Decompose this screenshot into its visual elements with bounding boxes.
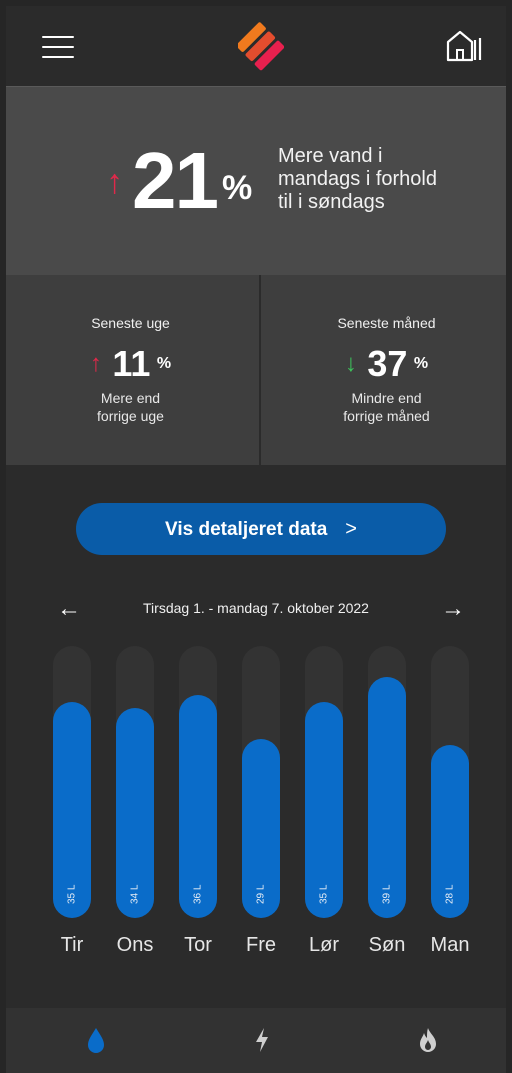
- bar-value-label: 36 L: [179, 864, 217, 904]
- bar-value-label: 29 L: [242, 864, 280, 904]
- bar-value-text: 29 L: [255, 884, 267, 904]
- bar-value-label: 28 L: [431, 864, 469, 904]
- bar-track: 34 L: [116, 646, 154, 918]
- next-period-arrow-icon[interactable]: →: [438, 594, 468, 624]
- bar-tor[interactable]: 36 L: [179, 695, 217, 918]
- bar-value-label: 39 L: [368, 864, 406, 904]
- app-screen: ↑ 21 % Mere vand i mandags i forhold til…: [6, 6, 506, 1073]
- chevron-right-icon: >: [345, 518, 357, 540]
- top-bar: [6, 6, 506, 86]
- menu-icon[interactable]: [42, 36, 74, 58]
- bar-value-text: 34 L: [129, 884, 141, 904]
- stat-week-percent-sign: %: [156, 355, 172, 372]
- smart-home-icon[interactable]: [444, 28, 484, 62]
- stats-divider: [259, 275, 261, 465]
- bar-track: 36 L: [179, 646, 217, 918]
- day-label: Tor: [184, 934, 212, 956]
- bar-track: 28 L: [431, 646, 469, 918]
- bar-track: 39 L: [368, 646, 406, 918]
- bar-value-text: 39 L: [381, 884, 393, 904]
- hero-percent-sign: %: [222, 169, 253, 207]
- bar-value-label: 35 L: [305, 864, 343, 904]
- down-arrow-icon: ↓: [344, 350, 357, 377]
- bar-value-text: 35 L: [66, 884, 78, 904]
- show-detailed-data-button[interactable]: Vis detaljeret data >: [76, 503, 446, 555]
- stat-week-value-row: ↑ 11 %: [6, 343, 255, 384]
- stat-week-description: Mere end forrige uge: [97, 390, 164, 424]
- bottom-navigation: [6, 1008, 506, 1073]
- bar-fre[interactable]: 29 L: [242, 739, 280, 918]
- bar-value-text: 35 L: [318, 884, 330, 904]
- water-drop-icon[interactable]: [76, 1026, 116, 1058]
- bar-tir[interactable]: 35 L: [53, 702, 91, 918]
- water-usage-bar-chart: 35 L 34 L 36 L 29 L 35 L 39 L 28 L: [6, 646, 506, 918]
- stat-month-title: Seneste måned: [337, 315, 436, 331]
- day-label: Lør: [309, 934, 339, 956]
- cta-label: Vis detaljeret data: [165, 519, 328, 540]
- bar-track: 35 L: [53, 646, 91, 918]
- brand-logo: [238, 22, 284, 71]
- day-label: Tir: [60, 934, 84, 956]
- previous-period-arrow-icon[interactable]: ←: [54, 594, 84, 624]
- day-label: Søn: [368, 934, 406, 956]
- bar-ons[interactable]: 34 L: [116, 708, 154, 918]
- lightning-bolt-icon[interactable]: [242, 1026, 282, 1058]
- bar-value-label: 35 L: [53, 864, 91, 904]
- period-label: Tirsdag 1. - mandag 7. oktober 2022: [143, 600, 369, 616]
- bar-value-label: 34 L: [116, 864, 154, 904]
- stat-month-value-row: ↓ 37 %: [262, 343, 506, 384]
- bar-lør[interactable]: 35 L: [305, 702, 343, 918]
- flame-icon[interactable]: [408, 1026, 448, 1058]
- stat-last-month: Seneste måned ↓ 37 % Mindre end forrige …: [262, 275, 506, 465]
- stat-month-percent-sign: %: [413, 355, 429, 372]
- bar-value-text: 28 L: [444, 884, 456, 904]
- day-label: Man: [430, 934, 470, 956]
- bar-track: 35 L: [305, 646, 343, 918]
- weekday-labels: Tir Ons Tor Fre Lør Søn Man: [6, 934, 506, 964]
- hero-description: Mere vand i mandags i forhold til i sønd…: [278, 145, 437, 213]
- bar-man[interactable]: 28 L: [431, 745, 469, 918]
- bar-track: 29 L: [242, 646, 280, 918]
- stats-panel: Seneste uge ↑ 11 % Mere end forrige uge …: [6, 275, 506, 465]
- day-label: Fre: [246, 934, 276, 956]
- bar-søn[interactable]: 39 L: [368, 677, 406, 918]
- hero-up-arrow-icon: ↑: [106, 163, 123, 201]
- hero-percent-value: 21: [132, 136, 219, 225]
- period-navigator: ← Tirsdag 1. - mandag 7. oktober 2022 →: [6, 594, 506, 624]
- day-label: Ons: [116, 934, 154, 956]
- stat-last-week: Seneste uge ↑ 11 % Mere end forrige uge: [6, 275, 255, 465]
- hero-comparison: ↑ 21 % Mere vand i mandags i forhold til…: [6, 86, 506, 275]
- stat-month-description: Mindre end forrige måned: [343, 390, 430, 424]
- stat-week-title: Seneste uge: [91, 315, 170, 331]
- stat-month-value: 37: [367, 343, 408, 384]
- up-arrow-icon: ↑: [89, 350, 102, 377]
- stat-week-value: 11: [112, 343, 151, 384]
- bar-value-text: 36 L: [192, 884, 204, 904]
